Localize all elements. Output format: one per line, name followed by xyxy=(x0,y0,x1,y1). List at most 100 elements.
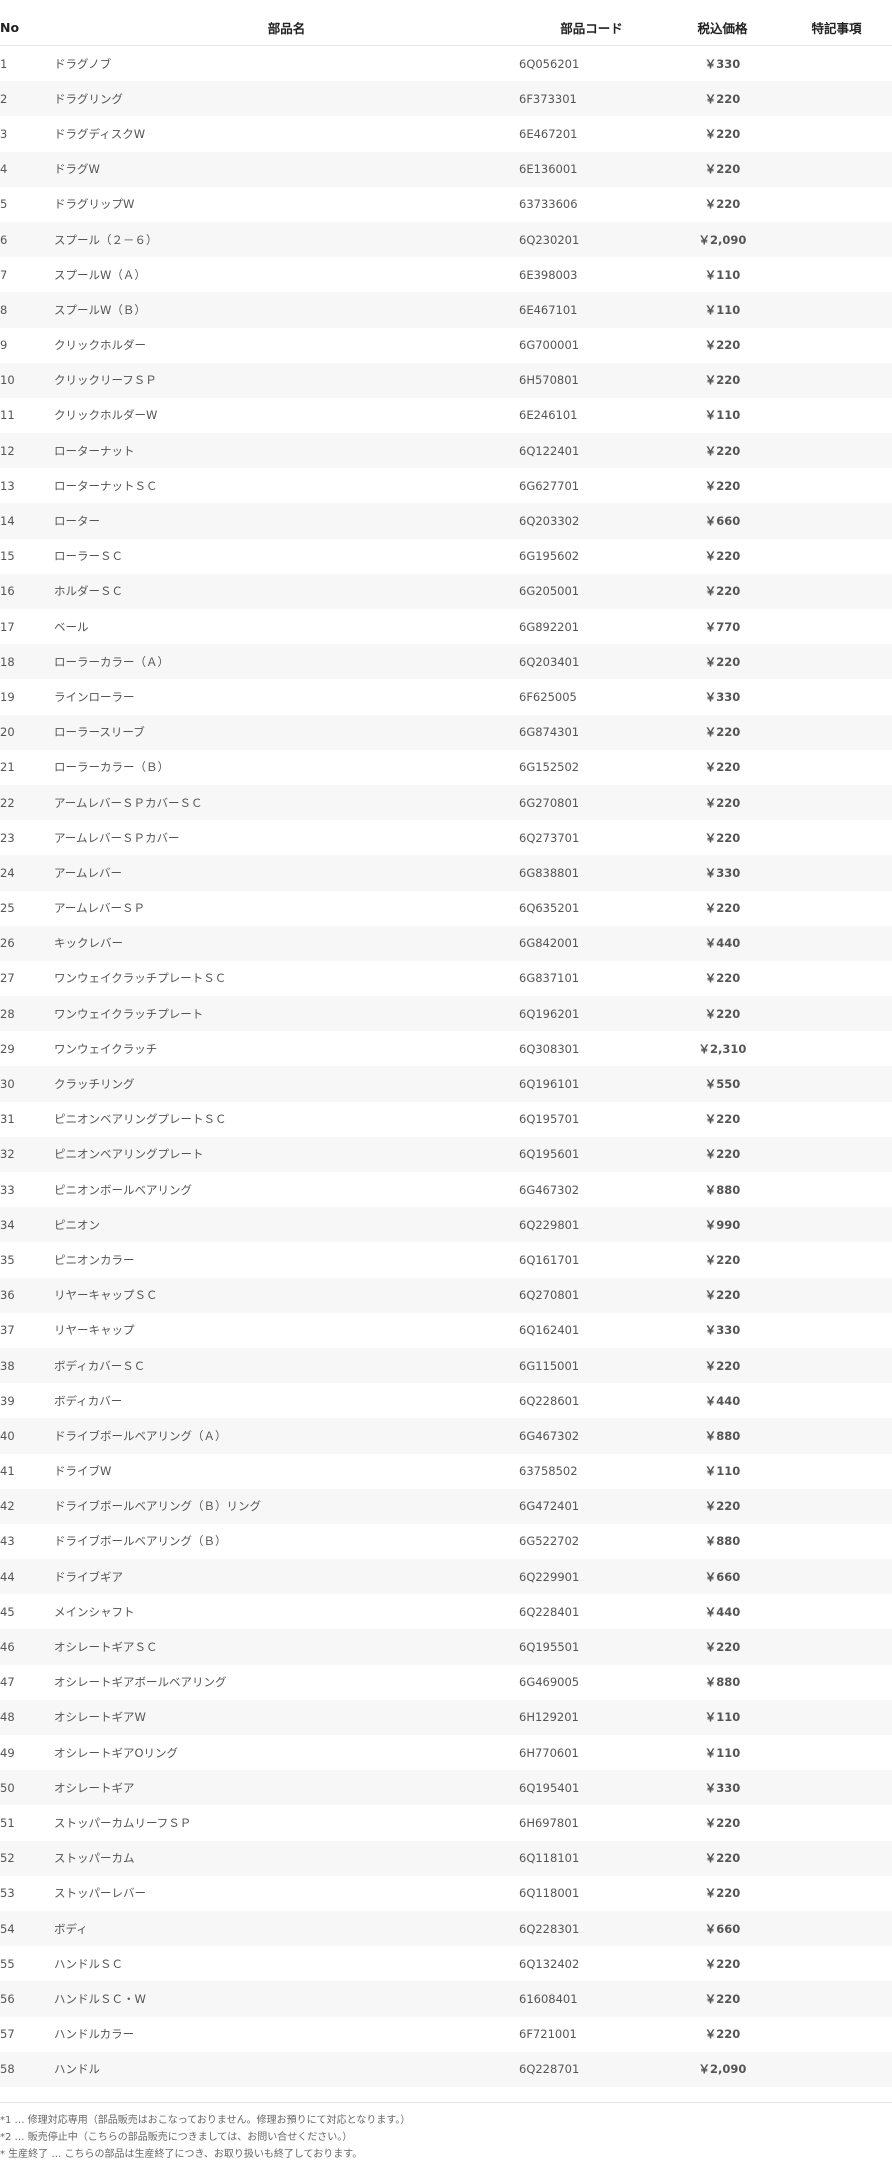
price: ￥220 xyxy=(704,971,741,986)
row-number: 56 xyxy=(0,1981,54,2017)
part-name: クリックリーフＳＰ xyxy=(54,362,519,398)
special-note xyxy=(781,714,892,750)
price: ￥220 xyxy=(664,1347,781,1384)
row-number: 10 xyxy=(0,362,54,398)
table-row: 27 ワンウェイクラッチプレートＳＣ 6G837101 ￥220 xyxy=(0,961,892,996)
part-code: 61608401 xyxy=(519,1981,664,2017)
table-row: 3 ドラグディスクW 6E467201 ￥220 xyxy=(0,116,892,151)
part-code: 6Q273701 xyxy=(519,830,580,845)
part-code: 6Q161701 xyxy=(519,1252,580,1267)
part-name: ボディカバー xyxy=(54,1393,123,1408)
part-name: ラインローラー xyxy=(54,689,135,704)
price: ￥220 xyxy=(704,2027,741,2042)
footnote-sale-suspended: *2 … 販売停止中（こちらの部品販売につきましては、お問い合せください。） xyxy=(0,2132,353,2143)
price: ￥330 xyxy=(704,56,741,71)
row-number: 45 xyxy=(0,1604,15,1619)
price: ￥330 xyxy=(664,1770,781,1806)
part-code: 6Q203302 xyxy=(519,503,664,539)
table-row: 56 ハンドルＳＣ・W 61608401 ￥220 xyxy=(0,1981,892,2017)
special-note xyxy=(781,1981,892,2017)
part-name: アームレバーＳＰカバー xyxy=(54,830,180,845)
special-note xyxy=(781,1136,892,1172)
row-number: 47 xyxy=(0,1675,15,1690)
special-note xyxy=(781,1910,892,1947)
part-code: 6Q229901 xyxy=(519,1559,664,1595)
price: ￥220 xyxy=(664,362,781,398)
special-note xyxy=(781,1488,892,1524)
table-row: 14 ローター 6Q203302 ￥660 xyxy=(0,503,892,539)
row-number: 52 xyxy=(0,1840,54,1876)
row-number: 1 xyxy=(0,56,8,71)
price: ￥220 xyxy=(704,830,741,845)
part-code: 63758502 xyxy=(519,1464,578,1479)
parts-list-page: No 部品名 部品コード 税込価格 特記事項 1 ドラグノブ 6Q056201 ￥33… xyxy=(0,0,892,2167)
special-note xyxy=(781,1172,892,1207)
row-number: 24 xyxy=(0,855,54,891)
part-name: ドライブW xyxy=(54,1464,112,1479)
special-note xyxy=(781,1946,892,1981)
row-number: 37 xyxy=(0,1323,15,1338)
row-number: 48 xyxy=(0,1699,54,1735)
part-name: ローターナットＳＣ xyxy=(54,478,158,493)
row-number: 26 xyxy=(0,925,54,961)
table-row: 8 スプールW（Ｂ） 6E467101 ￥110 xyxy=(0,292,892,328)
row-number: 30 xyxy=(0,1066,54,1102)
row-number: 14 xyxy=(0,503,54,539)
special-note xyxy=(781,81,892,117)
part-name: ドライブボールベアリング（Ｂ）リング xyxy=(54,1488,519,1524)
price: ￥660 xyxy=(664,1910,781,1947)
row-number: 5 xyxy=(0,197,8,212)
part-name: キックレバー xyxy=(54,925,519,961)
part-name: ピニオンベアリングプレートＳＣ xyxy=(54,1112,227,1127)
part-code: 6G700001 xyxy=(519,338,580,353)
table-row: 18 ローラーカラー（Ａ） 6Q203401 ￥220 xyxy=(0,644,892,680)
row-number: 55 xyxy=(0,1956,15,1971)
price: ￥880 xyxy=(704,1675,741,1690)
special-note xyxy=(781,573,892,609)
special-note xyxy=(781,151,892,187)
part-code: 6G842001 xyxy=(519,925,664,961)
price: ￥220 xyxy=(704,1252,741,1267)
part-code: 6E246101 xyxy=(519,408,578,423)
special-note xyxy=(781,750,892,785)
special-note xyxy=(781,292,892,328)
table-row: 13 ローターナットＳＣ 6G627701 ￥220 xyxy=(0,468,892,503)
special-note xyxy=(781,539,892,574)
special-note xyxy=(781,2051,892,2087)
part-code: 6Q228301 xyxy=(519,1910,664,1947)
row-number: 40 xyxy=(0,1418,54,1454)
row-number: 54 xyxy=(0,1910,54,1947)
table-row: 45 メインシャフト 6Q228401 ￥440 xyxy=(0,1594,892,1629)
part-name: ドラグリング xyxy=(54,81,519,117)
special-note xyxy=(781,1066,892,1102)
table-row: 1 ドラグノブ 6Q056201 ￥330 xyxy=(0,46,892,82)
table-row: 50 オシレートギア 6Q195401 ￥330 xyxy=(0,1770,892,1806)
row-number: 7 xyxy=(0,267,8,282)
special-note xyxy=(781,2017,892,2052)
part-code: 6Q162401 xyxy=(519,1323,580,1338)
price: ￥110 xyxy=(664,1699,781,1735)
row-number: 57 xyxy=(0,2027,15,2042)
price: ￥220 xyxy=(664,1840,781,1876)
special-note xyxy=(781,221,892,258)
part-name: ドラグリップW xyxy=(54,197,135,212)
part-name: ボディカバーＳＣ xyxy=(54,1347,519,1384)
price: ￥110 xyxy=(704,1745,741,1760)
part-name: ローターナット xyxy=(54,433,519,469)
row-number: 3 xyxy=(0,126,8,141)
special-note xyxy=(781,961,892,996)
part-name: ホルダーＳＣ xyxy=(54,573,519,609)
price: ￥660 xyxy=(664,1559,781,1595)
row-number: 41 xyxy=(0,1464,15,1479)
part-name: ストッパーカムリーフＳＰ xyxy=(54,1815,192,1830)
part-code: 6G874301 xyxy=(519,714,664,750)
header-price: 税込価格 xyxy=(664,9,781,46)
part-code: 6G469005 xyxy=(519,1675,580,1690)
part-name: ローラーカラー（Ｂ） xyxy=(54,760,169,775)
row-number: 11 xyxy=(0,408,15,423)
table-row: 57 ハンドルカラー 6F721001 ￥220 xyxy=(0,2017,892,2052)
part-name: オシレートギアOリング xyxy=(54,1745,179,1760)
part-name: ドラグW xyxy=(54,151,519,187)
table-row: 49 オシレートギアOリング 6H770601 ￥110 xyxy=(0,1735,892,1770)
table-row: 2 ドラグリング 6F373301 ￥220 xyxy=(0,81,892,117)
